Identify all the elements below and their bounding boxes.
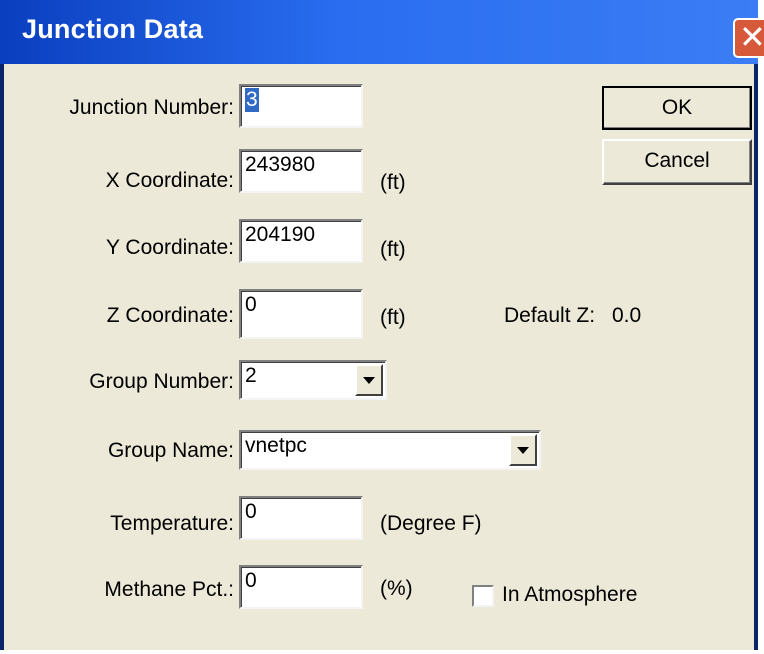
z-coordinate-input[interactable]: 0 bbox=[239, 289, 363, 339]
cancel-button[interactable]: Cancel bbox=[602, 139, 752, 185]
default-z-label: Default Z: bbox=[504, 304, 596, 327]
chevron-down-icon bbox=[517, 447, 529, 454]
y-coordinate-input[interactable]: 204190 bbox=[239, 219, 363, 263]
methane-pct-input[interactable]: 0 bbox=[239, 565, 363, 609]
x-coordinate-unit: (ft) bbox=[380, 171, 406, 194]
x-coordinate-value: 243980 bbox=[245, 153, 316, 176]
methane-pct-label: Methane Pct.: bbox=[104, 578, 234, 601]
group-number-value: 2 bbox=[245, 364, 257, 387]
group-name-select[interactable]: vnetpc bbox=[239, 430, 541, 470]
group-number-label: Group Number: bbox=[89, 370, 234, 393]
temperature-value: 0 bbox=[245, 500, 257, 523]
group-name-value: vnetpc bbox=[245, 434, 307, 457]
close-icon: ✕ bbox=[739, 18, 764, 56]
group-number-dropdown-button[interactable] bbox=[355, 364, 383, 396]
methane-pct-unit: (%) bbox=[380, 577, 413, 600]
z-coordinate-label: Z Coordinate: bbox=[106, 304, 234, 327]
ok-button[interactable]: OK bbox=[602, 86, 752, 130]
x-coordinate-label: X Coordinate: bbox=[105, 169, 234, 192]
group-name-label: Group Name: bbox=[107, 439, 234, 462]
y-coordinate-unit: (ft) bbox=[380, 238, 406, 261]
temperature-label: Temperature: bbox=[110, 512, 234, 535]
junction-number-value: 3 bbox=[245, 88, 259, 112]
chevron-down-icon bbox=[363, 377, 375, 384]
y-coordinate-value: 204190 bbox=[245, 223, 316, 246]
dialog-body: Junction Number: 3 X Coordinate: 243980 … bbox=[4, 64, 754, 650]
close-button[interactable]: ✕ bbox=[733, 18, 764, 58]
default-z-value: 0.0 bbox=[612, 304, 642, 327]
junction-data-dialog: Junction Data Junction Number: 3 X Coord… bbox=[0, 0, 758, 650]
in-atmosphere-label: In Atmosphere bbox=[502, 583, 638, 606]
junction-number-label: Junction Number: bbox=[69, 96, 234, 119]
junction-number-input[interactable]: 3 bbox=[239, 84, 363, 128]
temperature-unit: (Degree F) bbox=[380, 512, 482, 535]
z-coordinate-value: 0 bbox=[245, 293, 257, 316]
window-title: Junction Data bbox=[22, 14, 204, 44]
title-bar[interactable]: Junction Data bbox=[0, 0, 758, 64]
y-coordinate-label: Y Coordinate: bbox=[105, 236, 234, 259]
temperature-input[interactable]: 0 bbox=[239, 496, 363, 540]
in-atmosphere-checkbox[interactable] bbox=[472, 585, 494, 607]
methane-pct-value: 0 bbox=[245, 569, 257, 592]
group-name-dropdown-button[interactable] bbox=[509, 434, 537, 466]
x-coordinate-input[interactable]: 243980 bbox=[239, 149, 363, 193]
z-coordinate-unit: (ft) bbox=[380, 306, 406, 329]
group-number-select[interactable]: 2 bbox=[239, 360, 387, 400]
